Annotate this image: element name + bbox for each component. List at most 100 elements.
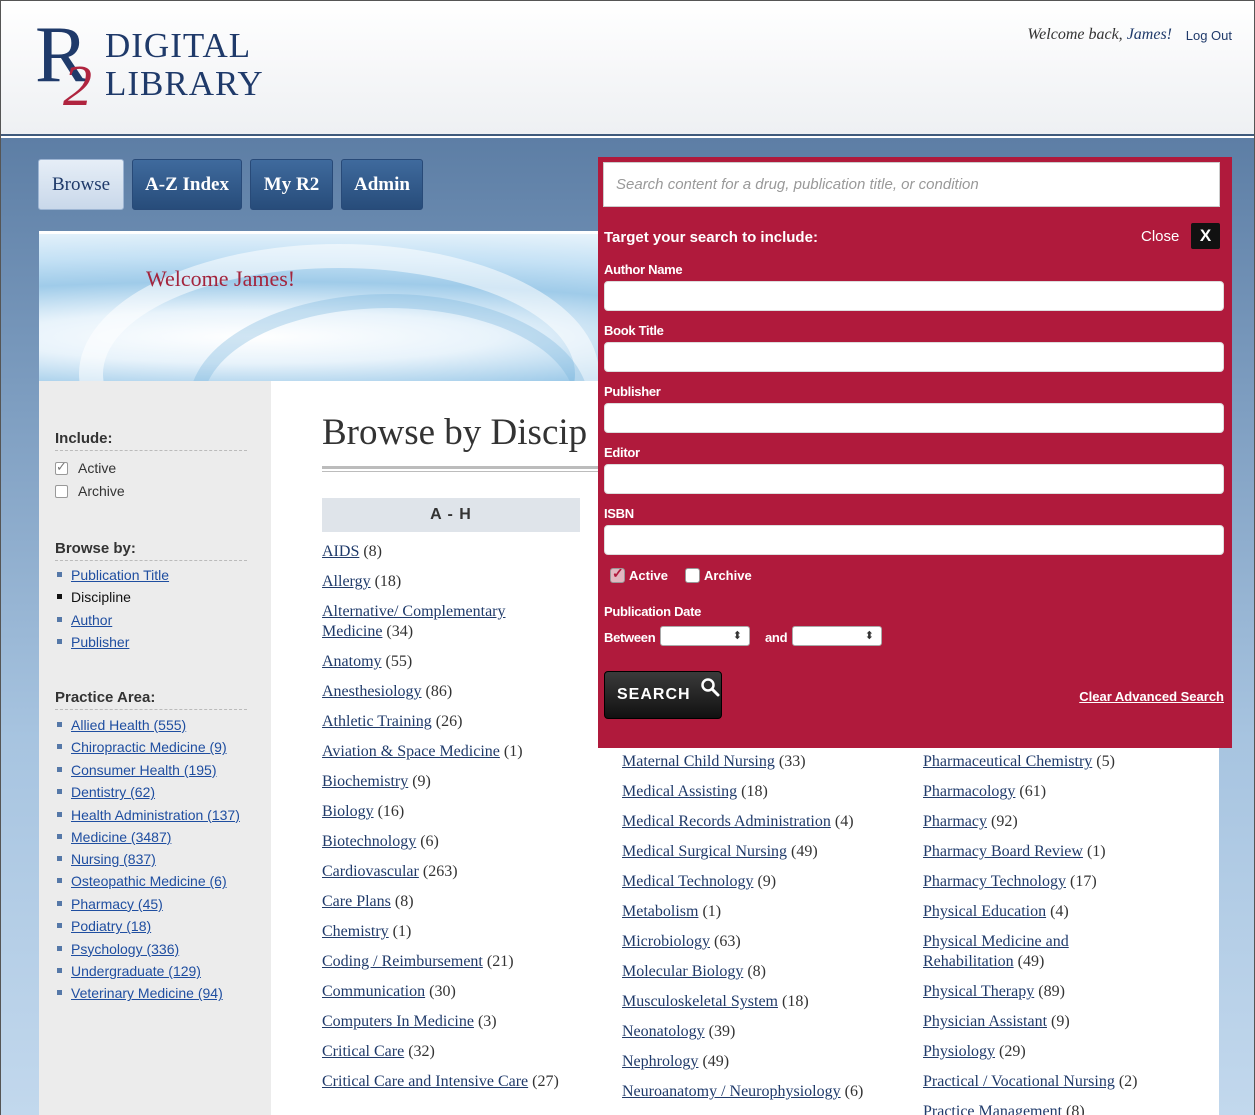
discipline-item[interactable]: Chemistry (1) xyxy=(322,922,572,942)
browse-by-item[interactable]: Publication Title xyxy=(55,564,255,586)
book-title-field[interactable] xyxy=(604,342,1224,372)
discipline-item[interactable]: Cardiovascular (263) xyxy=(322,862,572,882)
practice-area-item[interactable]: Health Administration (137) xyxy=(55,804,245,826)
discipline-item[interactable]: Practice Management (8) xyxy=(923,1102,1163,1115)
discipline-link[interactable]: Physiology xyxy=(923,1043,995,1060)
discipline-link[interactable]: Pharmacy Board Review xyxy=(923,843,1083,860)
discipline-link[interactable]: Computers In Medicine xyxy=(322,1013,474,1030)
discipline-link[interactable]: Care Plans xyxy=(322,893,391,910)
discipline-item[interactable]: Aviation & Space Medicine (1) xyxy=(322,742,572,762)
adv-active-option[interactable]: Active xyxy=(610,565,668,583)
discipline-item[interactable]: Anatomy (55) xyxy=(322,652,572,672)
include-active-option[interactable]: Active xyxy=(55,459,116,476)
discipline-link[interactable]: Pharmaceutical Chemistry xyxy=(923,753,1092,770)
discipline-link[interactable]: Medical Assisting xyxy=(622,783,737,800)
discipline-item[interactable]: Physician Assistant (9) xyxy=(923,1012,1163,1032)
r2-digital-library-logo[interactable]: R 2 DIGITAL LIBRARY xyxy=(35,15,275,115)
discipline-link[interactable]: Microbiology xyxy=(622,933,710,950)
tab-admin[interactable]: Admin xyxy=(341,159,423,210)
discipline-item[interactable]: Biotechnology (6) xyxy=(322,832,572,852)
discipline-item[interactable]: Medical Technology (9) xyxy=(622,872,882,892)
practice-area-link[interactable]: Chiropractic Medicine (9) xyxy=(71,739,227,755)
discipline-link[interactable]: Biotechnology xyxy=(322,833,416,850)
logout-link[interactable]: Log Out xyxy=(1186,28,1232,43)
discipline-link[interactable]: Physical Medicine and Rehabilitation xyxy=(923,933,1069,970)
practice-area-link[interactable]: Osteopathic Medicine (6) xyxy=(71,873,227,889)
discipline-link[interactable]: Critical Care and Intensive Care xyxy=(322,1073,528,1090)
discipline-item[interactable]: Critical Care and Intensive Care (27) xyxy=(322,1072,572,1092)
practice-area-link[interactable]: Undergraduate (129) xyxy=(71,963,201,979)
discipline-item[interactable]: Neonatology (39) xyxy=(622,1022,882,1042)
discipline-item[interactable]: Computers In Medicine (3) xyxy=(322,1012,572,1032)
adv-archive-option[interactable]: Archive xyxy=(685,568,752,583)
search-button[interactable]: SEARCH xyxy=(604,671,722,719)
discipline-link[interactable]: Anesthesiology xyxy=(322,683,422,700)
discipline-link[interactable]: Physician Assistant xyxy=(923,1013,1047,1030)
close-label[interactable]: Close xyxy=(1141,228,1179,245)
date-from-select[interactable]: ⬍ xyxy=(660,626,750,646)
date-to-select[interactable]: ⬍ xyxy=(792,626,882,646)
discipline-item[interactable]: Communication (30) xyxy=(322,982,572,1002)
practice-area-item[interactable]: Psychology (336) xyxy=(55,938,245,960)
discipline-item[interactable]: Allergy (18) xyxy=(322,572,572,592)
discipline-item[interactable]: Coding / Reimbursement (21) xyxy=(322,952,572,972)
practice-area-link[interactable]: Medicine (3487) xyxy=(71,829,171,845)
practice-area-item[interactable]: Allied Health (555) xyxy=(55,714,245,736)
browse-author-link[interactable]: Author xyxy=(71,612,112,628)
discipline-link[interactable]: Cardiovascular xyxy=(322,863,419,880)
discipline-link[interactable]: Medical Surgical Nursing xyxy=(622,843,787,860)
practice-area-link[interactable]: Psychology (336) xyxy=(71,941,179,957)
discipline-item[interactable]: Medical Records Administration (4) xyxy=(622,812,882,832)
discipline-link[interactable]: Medical Records Administration xyxy=(622,813,831,830)
practice-area-item[interactable]: Undergraduate (129) xyxy=(55,960,245,982)
discipline-link[interactable]: Critical Care xyxy=(322,1043,404,1060)
isbn-field[interactable] xyxy=(604,525,1224,555)
discipline-item[interactable]: Pharmaceutical Chemistry (5) xyxy=(923,752,1163,772)
discipline-item[interactable]: Anesthesiology (86) xyxy=(322,682,572,702)
discipline-link[interactable]: Aviation & Space Medicine xyxy=(322,743,500,760)
discipline-item[interactable]: Pharmacology (61) xyxy=(923,782,1163,802)
practice-area-item[interactable]: Podiatry (18) xyxy=(55,915,245,937)
discipline-item[interactable]: Molecular Biology (8) xyxy=(622,962,882,982)
discipline-item[interactable]: Medical Surgical Nursing (49) xyxy=(622,842,882,862)
discipline-item[interactable]: Pharmacy (92) xyxy=(923,812,1163,832)
clear-advanced-search-link[interactable]: Clear Advanced Search xyxy=(1079,689,1224,704)
discipline-link[interactable]: Pharmacology xyxy=(923,783,1015,800)
active-checkbox[interactable] xyxy=(55,459,68,475)
practice-area-item[interactable]: Pharmacy (45) xyxy=(55,893,245,915)
practice-area-link[interactable]: Dentistry (62) xyxy=(71,784,155,800)
adv-active-checkbox[interactable] xyxy=(610,565,625,583)
practice-area-item[interactable]: Dentistry (62) xyxy=(55,781,245,803)
discipline-link[interactable]: Physical Education xyxy=(923,903,1046,920)
editor-field[interactable] xyxy=(604,464,1224,494)
discipline-item[interactable]: Physiology (29) xyxy=(923,1042,1163,1062)
discipline-item[interactable]: Nephrology (49) xyxy=(622,1052,882,1072)
discipline-link[interactable]: Practice Management xyxy=(923,1103,1062,1115)
discipline-item[interactable]: Neuroanatomy / Neurophysiology (6) xyxy=(622,1082,872,1102)
discipline-link[interactable]: Molecular Biology xyxy=(622,963,743,980)
discipline-link[interactable]: Anatomy xyxy=(322,653,382,670)
discipline-item[interactable]: Microbiology (63) xyxy=(622,932,882,952)
practice-area-item[interactable]: Nursing (837) xyxy=(55,848,245,870)
discipline-link[interactable]: AIDS xyxy=(322,543,359,560)
discipline-item[interactable]: Physical Education (4) xyxy=(923,902,1163,922)
archive-checkbox[interactable] xyxy=(55,484,68,498)
practice-area-item[interactable]: Veterinary Medicine (94) xyxy=(55,982,245,1004)
practice-area-item[interactable]: Medicine (3487) xyxy=(55,826,245,848)
discipline-item[interactable]: Physical Medicine and Rehabilitation (49… xyxy=(923,932,1098,972)
discipline-item[interactable]: Critical Care (32) xyxy=(322,1042,572,1062)
discipline-link[interactable]: Alternative/ Complementary Medicine xyxy=(322,603,506,640)
publisher-field[interactable] xyxy=(604,403,1224,433)
discipline-item[interactable]: Biology (16) xyxy=(322,802,572,822)
main-search-input[interactable]: Search content for a drug, publication t… xyxy=(603,162,1220,207)
discipline-item[interactable]: Metabolism (1) xyxy=(622,902,882,922)
discipline-item[interactable]: Biochemistry (9) xyxy=(322,772,572,792)
close-icon[interactable]: X xyxy=(1191,223,1220,249)
adv-archive-checkbox[interactable] xyxy=(685,568,700,583)
discipline-item[interactable]: Medical Assisting (18) xyxy=(622,782,882,802)
discipline-link[interactable]: Musculoskeletal System xyxy=(622,993,778,1010)
browse-publisher-link[interactable]: Publisher xyxy=(71,634,129,650)
discipline-item[interactable]: Pharmacy Technology (17) xyxy=(923,872,1163,892)
discipline-link[interactable]: Metabolism xyxy=(622,903,698,920)
discipline-item[interactable]: Physical Therapy (89) xyxy=(923,982,1163,1002)
